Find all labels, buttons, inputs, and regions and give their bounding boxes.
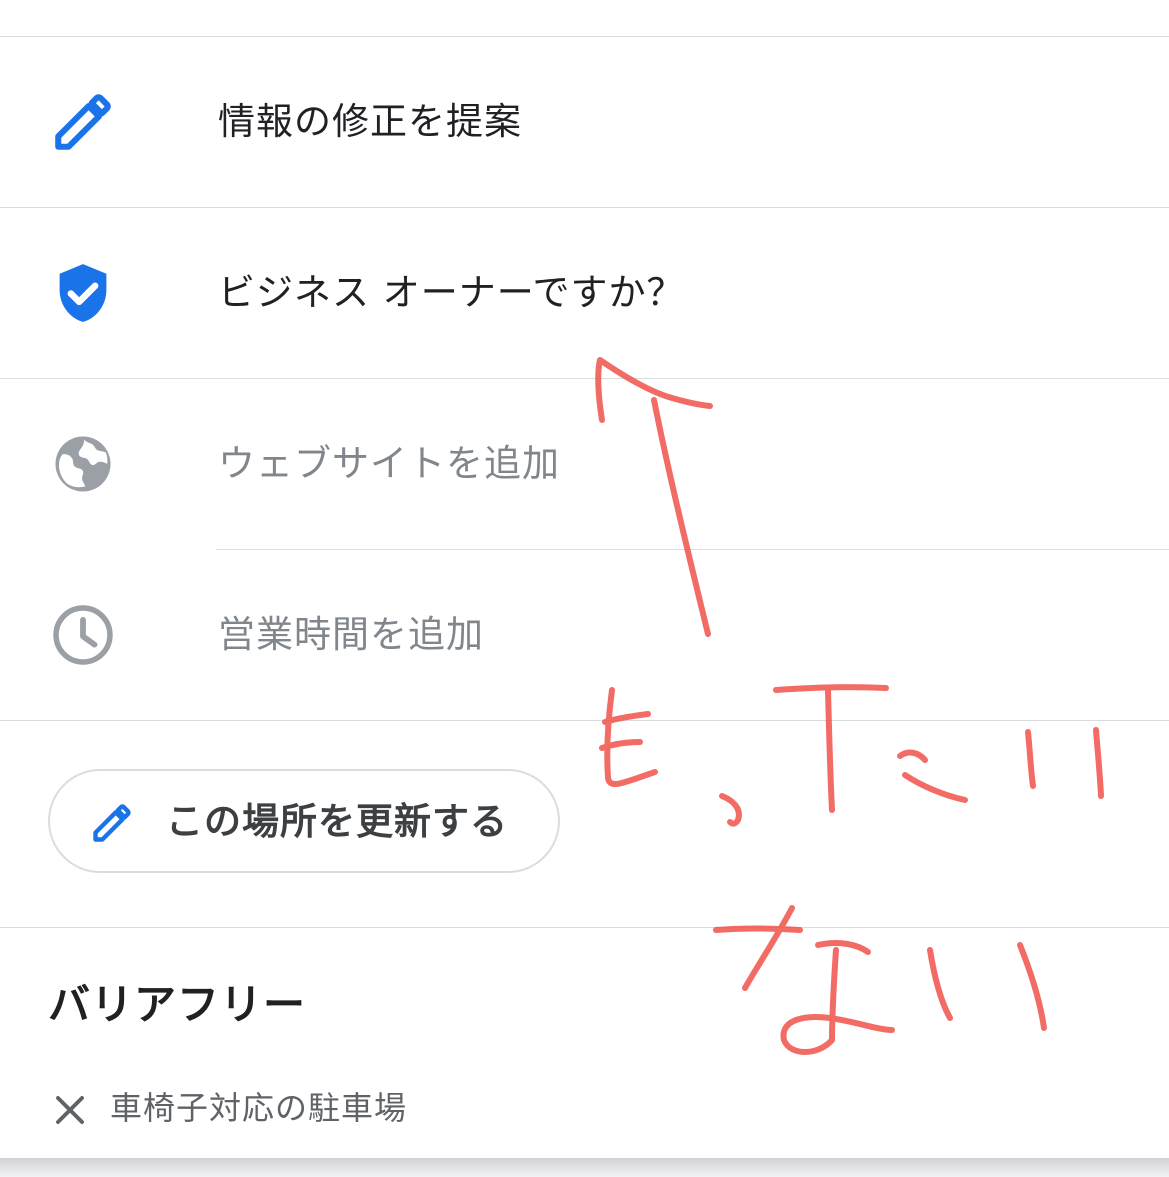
add-hours-row[interactable]: 営業時間を追加 [0,550,1169,721]
suggest-edit-row[interactable]: 情報の修正を提案 [0,37,1169,208]
globe-icon [55,436,111,492]
clock-icon [53,605,113,665]
divider [0,927,1169,928]
bottom-shadow-bar [0,1158,1169,1177]
update-place-label: この場所を更新する [166,800,508,843]
business-owner-row[interactable]: ビジネス オーナーですか？ [0,208,1169,379]
add-website-row[interactable]: ウェブサイトを追加 [0,379,1169,550]
add-hours-label: 営業時間を追加 [218,613,484,656]
pencil-icon [55,94,111,150]
accessibility-feature-label: 車椅子対応の駐車場 [110,1089,408,1127]
suggest-edit-label: 情報の修正を提案 [218,100,522,143]
add-website-label: ウェブサイトを追加 [218,442,560,485]
verified-shield-icon [59,264,107,322]
pencil-icon [93,804,131,842]
update-place-button[interactable]: この場所を更新する [48,769,560,873]
accessibility-title: バリアフリー [48,980,307,1029]
business-owner-label: ビジネス オーナーですか？ [218,271,685,314]
close-icon [56,1096,84,1124]
